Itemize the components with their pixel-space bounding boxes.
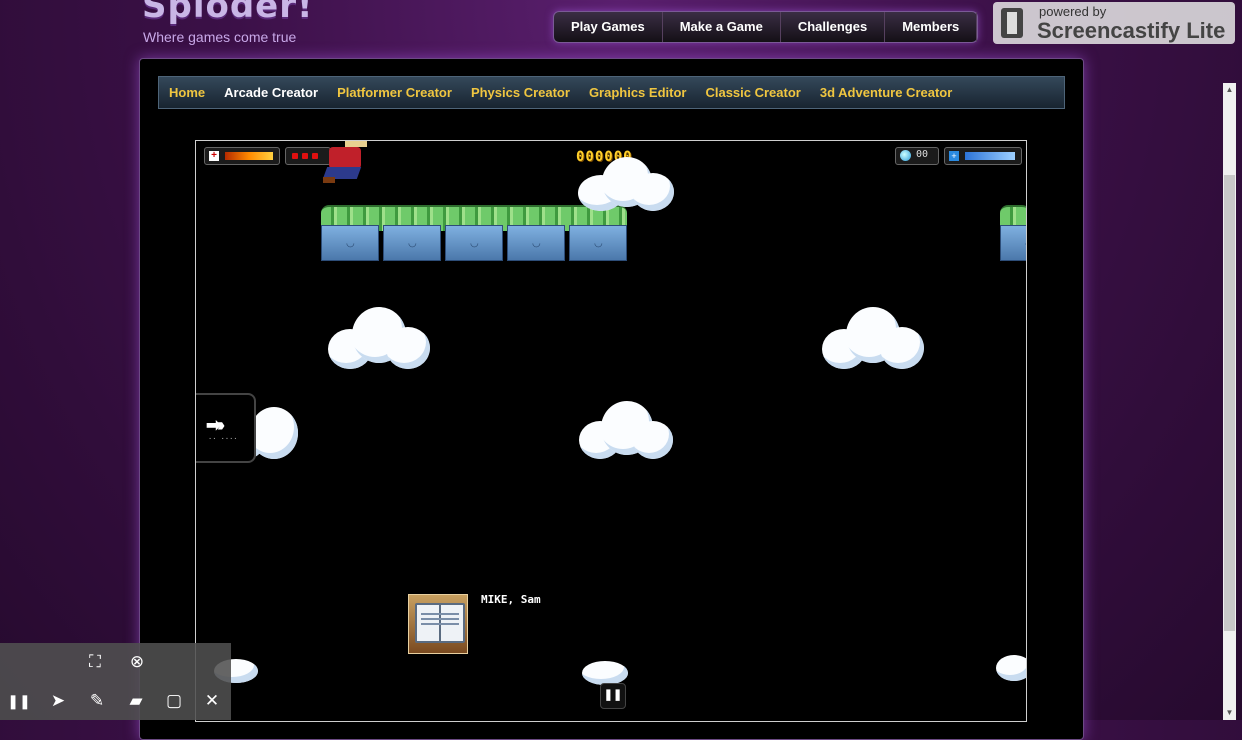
health-bar-fill [225,152,273,160]
close-circle-icon[interactable]: ⊗ [125,650,149,674]
ice-tile [569,225,627,261]
focus-icon[interactable]: ⛶ [83,650,107,674]
scroll-up-arrow-icon[interactable]: ▲ [1224,83,1235,97]
cloud-puff [632,173,674,211]
ice-tile [383,225,441,261]
creator-subnav: Home Arcade Creator Platformer Creator P… [158,76,1065,109]
health-plus-icon: + [209,151,219,161]
cloud-puff [633,421,673,459]
dash-ability-button[interactable]: ➡›› ·· ···· [196,393,256,463]
book-pages [415,603,465,643]
screencastify-watermark: powered by Screencastify Lite [993,2,1235,44]
player-character [322,141,369,187]
screencastify-toolbar: ⛶ ⊗ ❚❚ ➤ ✎ ▰ ▢ ✕ [0,643,231,720]
cloud-puff [386,327,430,369]
pen-icon[interactable]: ✎ [85,689,109,713]
ice-tile [1000,225,1026,261]
scroll-thumb[interactable] [1224,175,1235,631]
cloud-puff [582,661,628,685]
subnav-physics-creator[interactable]: Physics Creator [461,77,579,108]
subnav-arcade-creator[interactable]: Arcade Creator [214,77,327,108]
cloud-puff [880,327,924,369]
life-dot [302,153,308,159]
health-meter: + [204,147,280,165]
watermark-brand: Screencastify Lite [1037,18,1226,43]
nav-members[interactable]: Members [885,12,978,42]
subnav-platformer-creator[interactable]: Platformer Creator [327,77,461,108]
cloud [328,303,432,373]
ice-platform-edge [1000,225,1026,261]
dash-arrows-icon: ➡›› [206,415,225,435]
cloud [582,659,630,685]
nav-play-games[interactable]: Play Games [554,12,663,42]
message-caption: MIKE, Sam [481,593,541,606]
player-body [329,147,361,169]
logo-tagline: Where games come true [143,29,297,45]
eraser-icon[interactable]: ▰ [124,689,148,713]
cloud [822,303,926,373]
sploder-logo[interactable]: Sploder! Where games come true [140,0,320,50]
scroll-down-arrow-icon[interactable]: ▼ [1224,706,1235,720]
open-book-icon[interactable] [408,594,468,654]
cloud-puff [250,407,298,459]
orb-counter: 00 [895,147,939,165]
ice-tile [507,225,565,261]
mana-bar-fill [965,152,1015,160]
top-navigation: Play Games Make a Game Challenges Member… [553,11,979,43]
film-strip-icon [1001,8,1023,38]
game-canvas[interactable]: + 000000 00 + ◡ ◡ ◡ ◡ ◡ ◡ ➡›› ·· ···· MI… [195,140,1027,722]
ice-platform [321,225,631,261]
subnav-3d-adventure-creator[interactable]: 3d Adventure Creator [810,77,961,108]
mana-meter: + [944,147,1022,165]
player-shoe [323,177,335,183]
life-dot [312,153,318,159]
subnav-classic-creator[interactable]: Classic Creator [695,77,809,108]
subnav-graphics-editor[interactable]: Graphics Editor [579,77,696,108]
subnav-home[interactable]: Home [159,77,214,108]
cloud-puff [996,655,1026,681]
orb-count: 00 [916,149,929,160]
nav-challenges[interactable]: Challenges [781,12,886,42]
logo-wordmark: Sploder! [142,0,314,26]
cursor-icon[interactable]: ➤ [46,689,70,713]
cloud [579,399,675,465]
life-dot [292,153,298,159]
pause-icon[interactable]: ❚❚ [7,689,31,713]
watermark-powered-by: powered by [1039,4,1107,19]
nav-make-a-game[interactable]: Make a Game [663,12,781,42]
cloud [996,651,1026,681]
pause-icon: ❚❚ [603,689,623,701]
page-scrollbar[interactable]: ▲ ▼ [1223,83,1236,720]
mana-plus-icon: + [949,151,959,161]
close-icon[interactable]: ✕ [200,689,224,713]
rectangle-icon[interactable]: ▢ [162,689,186,713]
cloud [578,153,678,217]
orb-icon [900,150,911,161]
ice-tile [321,225,379,261]
ability-label: ·· ···· [208,435,238,443]
pause-button[interactable]: ❚❚ [600,683,626,709]
ice-tile [445,225,503,261]
